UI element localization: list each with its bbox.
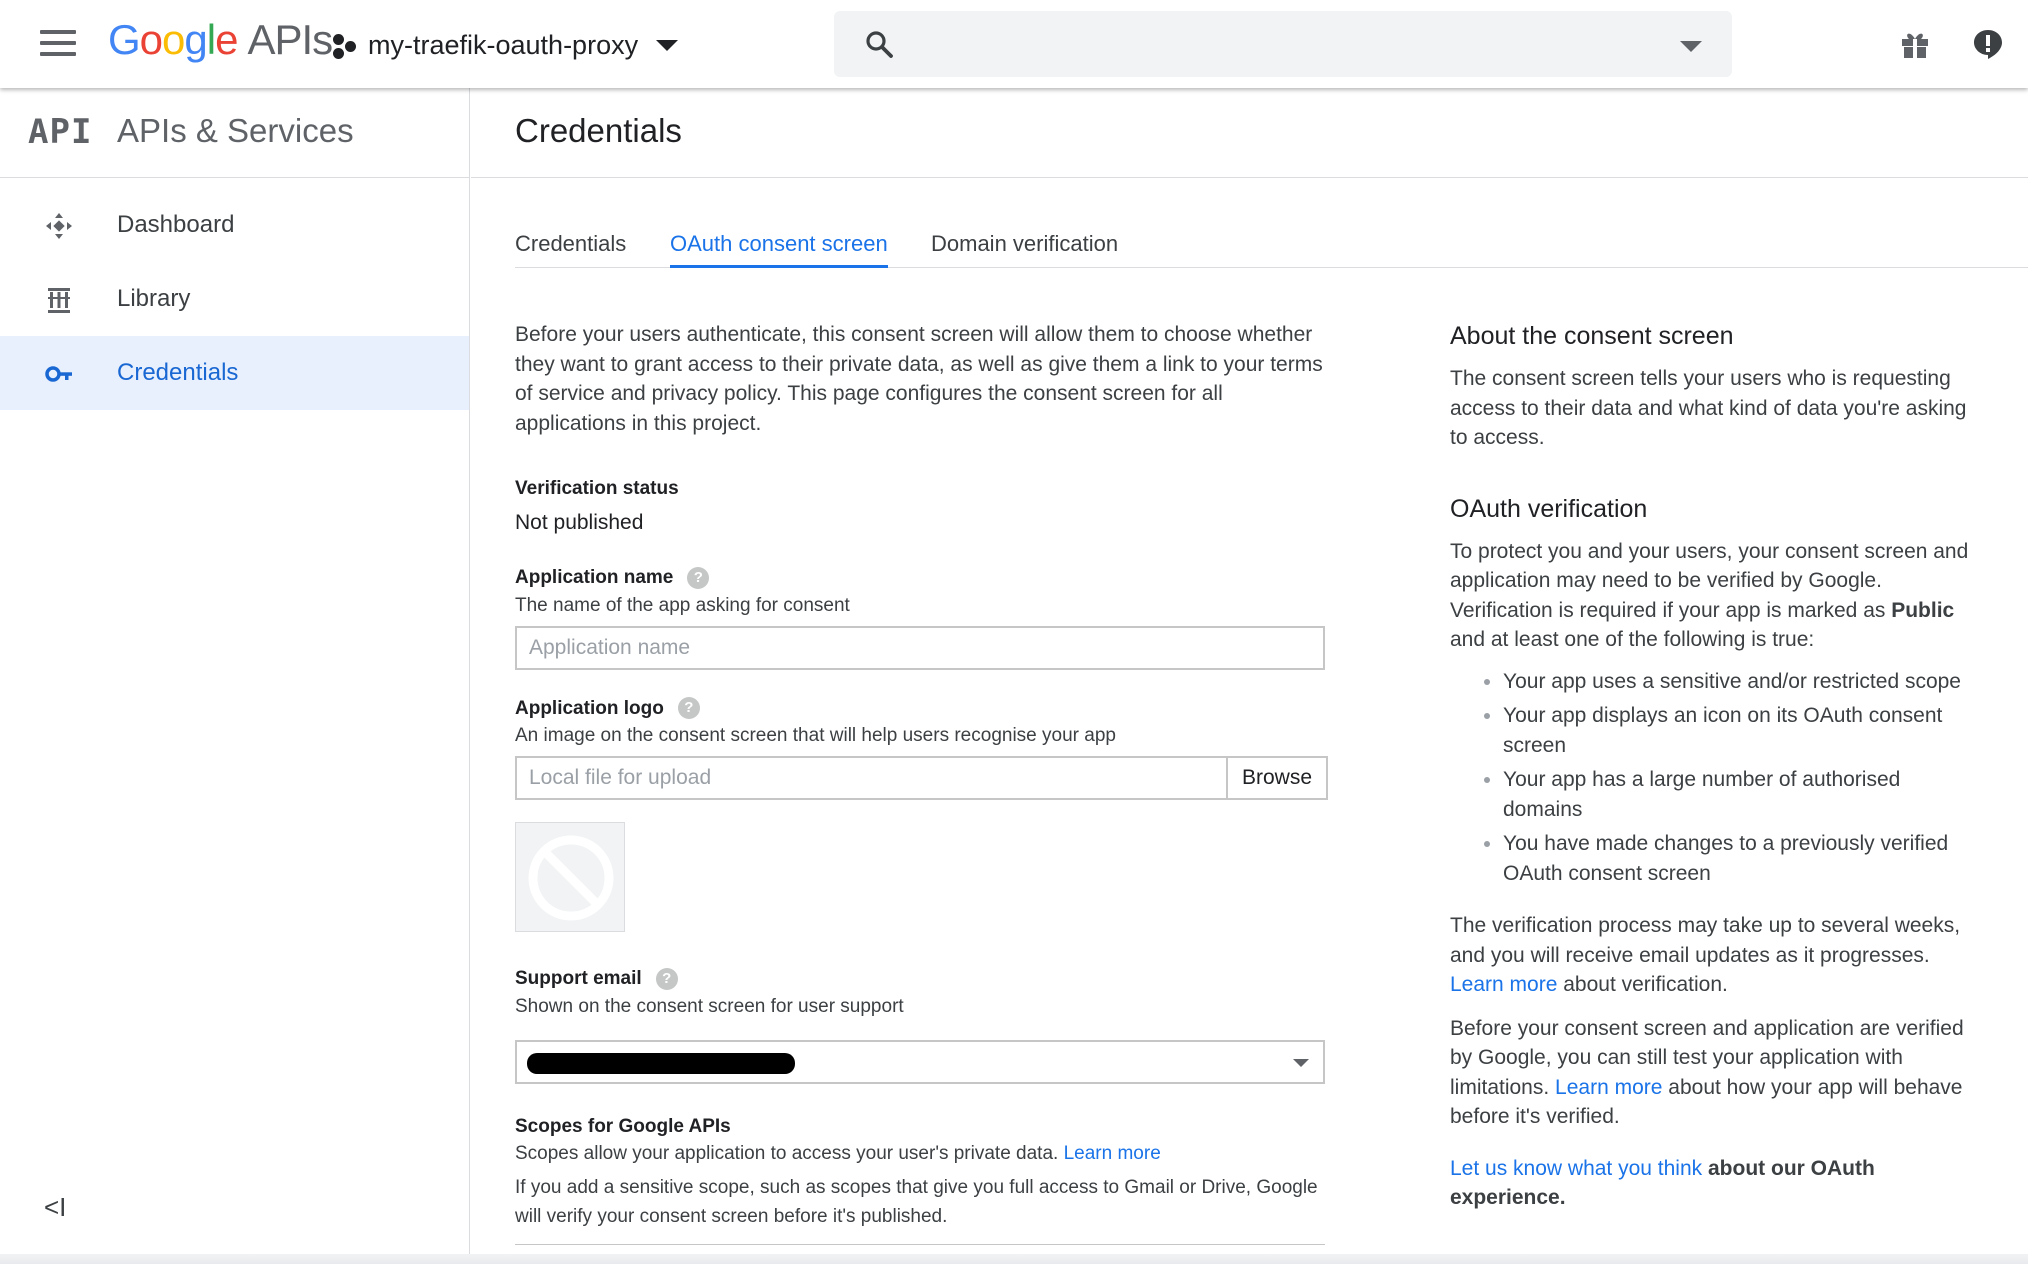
sidebar-title: APIs & Services — [117, 112, 354, 149]
logo-upload-field: Local file for upload Browse — [515, 756, 1328, 800]
scopes-note: If you add a sensitive scope, such as sc… — [515, 1177, 1318, 1227]
browse-button[interactable]: Browse — [1226, 756, 1328, 800]
feedback-text: Let us know what you think about our OAu… — [1450, 1154, 1980, 1213]
search-options-icon[interactable] — [1680, 41, 1702, 52]
verification-process-text: The verification process may take up to … — [1450, 911, 1980, 1000]
oauth-verification-heading: OAuth verification — [1450, 494, 1648, 523]
redacted-email — [527, 1052, 795, 1074]
public-emphasis: Public — [1891, 598, 1955, 622]
info-panel: About the consent screen The consent scr… — [1450, 320, 1980, 1213]
sidebar-item-library[interactable]: Library — [0, 262, 469, 336]
verification-conditions-list: Your app uses a sensitive and/or restric… — [1450, 667, 1980, 889]
field-label-text: Application logo — [515, 697, 664, 719]
process-text-part: about verification. — [1563, 973, 1728, 996]
dashboard-icon — [46, 213, 72, 239]
logo-letter: g — [184, 16, 207, 63]
horizontal-scrollbar-track[interactable] — [0, 1254, 2028, 1264]
testing-learn-more-link[interactable]: Learn more — [1555, 1076, 1662, 1099]
process-text-part: The verification process may take up to … — [1450, 914, 1961, 967]
logo-letter: o — [139, 16, 163, 63]
logo-preview-placeholder — [515, 822, 625, 932]
collapse-sidebar-icon[interactable]: <I — [44, 1192, 66, 1223]
logo-suffix: APIs — [247, 16, 333, 63]
tab-domain-verification[interactable]: Domain verification — [931, 231, 1118, 268]
sidebar-header: API APIs & Services — [0, 88, 469, 178]
dropdown-arrow-icon — [1293, 1058, 1309, 1067]
scopes-desc-text: Scopes allow your application to access … — [515, 1143, 1059, 1164]
logo-letter: e — [215, 16, 238, 63]
help-icon[interactable]: ? — [677, 697, 700, 720]
chevron-down-icon — [656, 39, 679, 51]
api-logo-icon: API — [28, 112, 93, 152]
sidebar-item-dashboard[interactable]: Dashboard — [0, 188, 469, 262]
list-item: You have made changes to a previously ve… — [1503, 829, 1980, 888]
logo-letter: G — [108, 16, 141, 63]
sidebar: API APIs & Services Dashboard Library Cr… — [0, 88, 470, 1264]
tab-credentials[interactable]: Credentials — [515, 231, 626, 268]
google-apis-logo[interactable]: Google APIs — [108, 16, 333, 64]
support-email-select[interactable] — [515, 1039, 1325, 1084]
tab-bar: Credentials OAuth consent screen Domain … — [515, 223, 2028, 268]
sidebar-item-label: Dashboard — [117, 211, 235, 238]
menu-icon[interactable] — [40, 30, 76, 58]
top-app-bar: Google APIs my-traefik-oauth-proxy — [0, 0, 2028, 88]
application-name-label: Application name ? — [515, 563, 1335, 593]
sidebar-item-label: Library — [117, 285, 191, 312]
verification-learn-more-link[interactable]: Learn more — [1450, 973, 1557, 996]
field-label-text: Scopes for Google APIs — [515, 1115, 731, 1137]
verification-status-value: Not published — [515, 510, 644, 534]
intro-text: Before your users authenticate, this con… — [515, 323, 1323, 435]
page-title: Credentials — [515, 112, 682, 149]
field-label-text: Support email — [515, 968, 642, 989]
section-divider — [515, 1244, 1325, 1245]
scopes-label: Scopes for Google APIs — [515, 1112, 1335, 1142]
sidebar-item-credentials[interactable]: Credentials — [0, 336, 469, 410]
field-label-text: Application name — [515, 567, 674, 588]
consent-form: Before your users authenticate, this con… — [515, 320, 1335, 1231]
application-name-input[interactable]: Application name — [515, 625, 1325, 670]
support-email-description: Shown on the consent screen for user sup… — [515, 995, 904, 1017]
project-selector[interactable]: my-traefik-oauth-proxy — [330, 22, 679, 68]
application-name-description: The name of the app asking for consent — [515, 594, 850, 616]
main-content: Credentials Credentials OAuth consent sc… — [471, 88, 2028, 1264]
testing-text: Before your consent screen and applicati… — [1450, 1014, 1980, 1132]
search-icon — [866, 31, 893, 58]
verification-status-label: Verification status — [515, 474, 1335, 504]
sidebar-item-label: Credentials — [117, 359, 239, 386]
about-heading: About the consent screen — [1450, 322, 1734, 350]
scopes-learn-more-link[interactable]: Learn more — [1064, 1143, 1161, 1164]
help-icon[interactable]: ? — [655, 967, 678, 990]
search-bar[interactable] — [834, 11, 1732, 77]
tab-oauth-consent-screen[interactable]: OAuth consent screen — [670, 231, 888, 268]
project-name: my-traefik-oauth-proxy — [368, 29, 639, 60]
logo-letter: o — [162, 16, 185, 63]
logo-letter: l — [206, 16, 216, 63]
support-email-label: Support email ? — [515, 964, 1335, 994]
no-image-icon — [528, 835, 614, 921]
about-text: The consent screen tells your users who … — [1450, 367, 1967, 449]
list-item: Your app has a large number of authorise… — [1503, 765, 1980, 824]
list-item: Your app uses a sensitive and/or restric… — [1503, 667, 1980, 697]
list-item: Your app displays an icon on its OAuth c… — [1503, 701, 1980, 760]
application-logo-description: An image on the consent screen that will… — [515, 725, 1116, 746]
oauth-verification-text: To protect you and your users, your cons… — [1450, 537, 1980, 655]
field-label-text: Verification status — [515, 478, 679, 499]
page-header: Credentials — [471, 88, 2028, 178]
key-icon — [45, 366, 72, 382]
logo-file-input[interactable]: Local file for upload — [515, 756, 1226, 800]
scopes-description: Scopes allow your application to access … — [515, 1141, 1335, 1167]
library-icon — [48, 288, 70, 313]
oauth-text-part: and at least one of the following is tru… — [1450, 628, 1815, 651]
gift-icon[interactable] — [1900, 30, 1930, 60]
help-icon[interactable]: ? — [687, 566, 710, 589]
feedback-link[interactable]: Let us know what you think — [1450, 1157, 1702, 1180]
project-icon — [330, 31, 358, 59]
application-logo-label: Application logo ? — [515, 694, 1335, 724]
notification-alert-icon[interactable] — [1972, 28, 2004, 60]
